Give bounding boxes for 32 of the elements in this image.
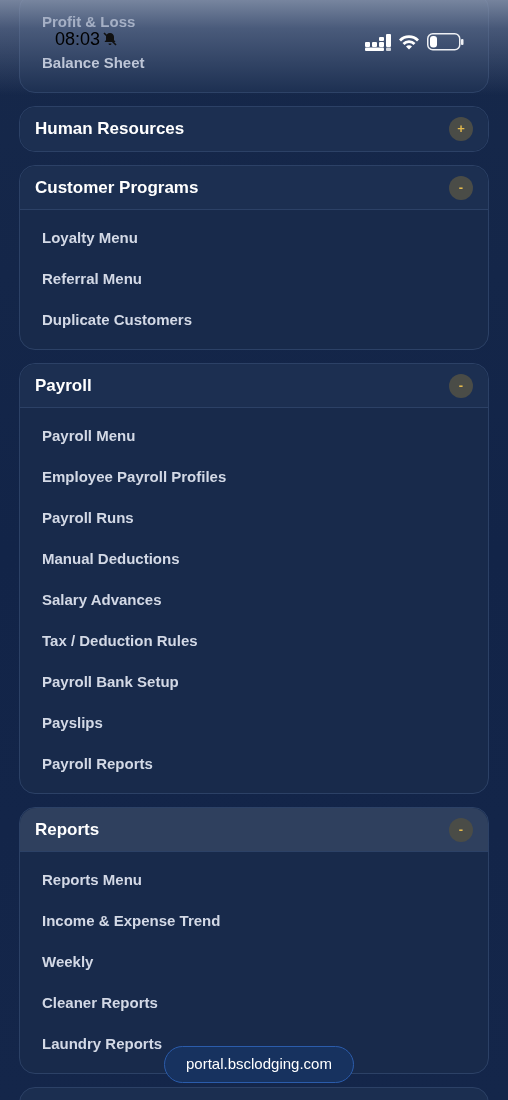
menu-item[interactable]: Payroll Menu <box>42 425 136 448</box>
menu-item[interactable]: Loyalty Menu <box>42 227 138 250</box>
menu-item[interactable]: Weekly <box>42 951 94 974</box>
section-title: Reports <box>35 818 100 841</box>
menu-item[interactable]: Referral Menu <box>42 268 143 291</box>
menu-item[interactable]: Payslips <box>42 712 103 735</box>
menu-item[interactable]: Tax / Deduction Rules <box>42 630 198 653</box>
toggle-button[interactable]: - <box>449 373 473 398</box>
menu-item[interactable]: Income & Expense Trend <box>42 910 221 933</box>
section-header[interactable]: Customer Programs - <box>20 166 488 210</box>
section-title: Human Resources <box>35 118 185 141</box>
menu-item[interactable]: Salary Advances <box>42 589 162 612</box>
menu-item[interactable]: Payroll Runs <box>42 507 134 530</box>
section-title: Payroll <box>35 374 92 397</box>
section-title: Customer Programs <box>35 176 199 199</box>
section-header[interactable]: Payroll - <box>20 364 488 408</box>
menu-item[interactable]: Employee Payroll Profiles <box>42 466 227 489</box>
menu-item[interactable]: Balance Sheet <box>42 52 145 75</box>
toggle-button[interactable]: + <box>449 117 473 141</box>
menu-item[interactable]: Payroll Reports <box>42 753 153 776</box>
url-bar[interactable]: portal.bsclodging.com <box>164 1046 354 1083</box>
menu-item[interactable]: Laundry Reports <box>42 1033 162 1056</box>
toggle-button[interactable]: - <box>449 175 473 200</box>
toggle-button[interactable]: - <box>449 817 473 842</box>
menu-item[interactable]: Duplicate Customers <box>42 309 193 332</box>
menu-item[interactable]: Cleaner Reports <box>42 992 158 1015</box>
section-header[interactable]: Human Resources + <box>20 107 488 151</box>
menu-item[interactable]: Payroll Bank Setup <box>42 671 179 694</box>
menu-item[interactable]: Reports Menu <box>42 869 142 892</box>
menu-item[interactable]: Manual Deductions <box>42 548 180 571</box>
status-time: 08:03 <box>55 30 101 48</box>
section-header[interactable]: Reports - <box>20 808 488 852</box>
